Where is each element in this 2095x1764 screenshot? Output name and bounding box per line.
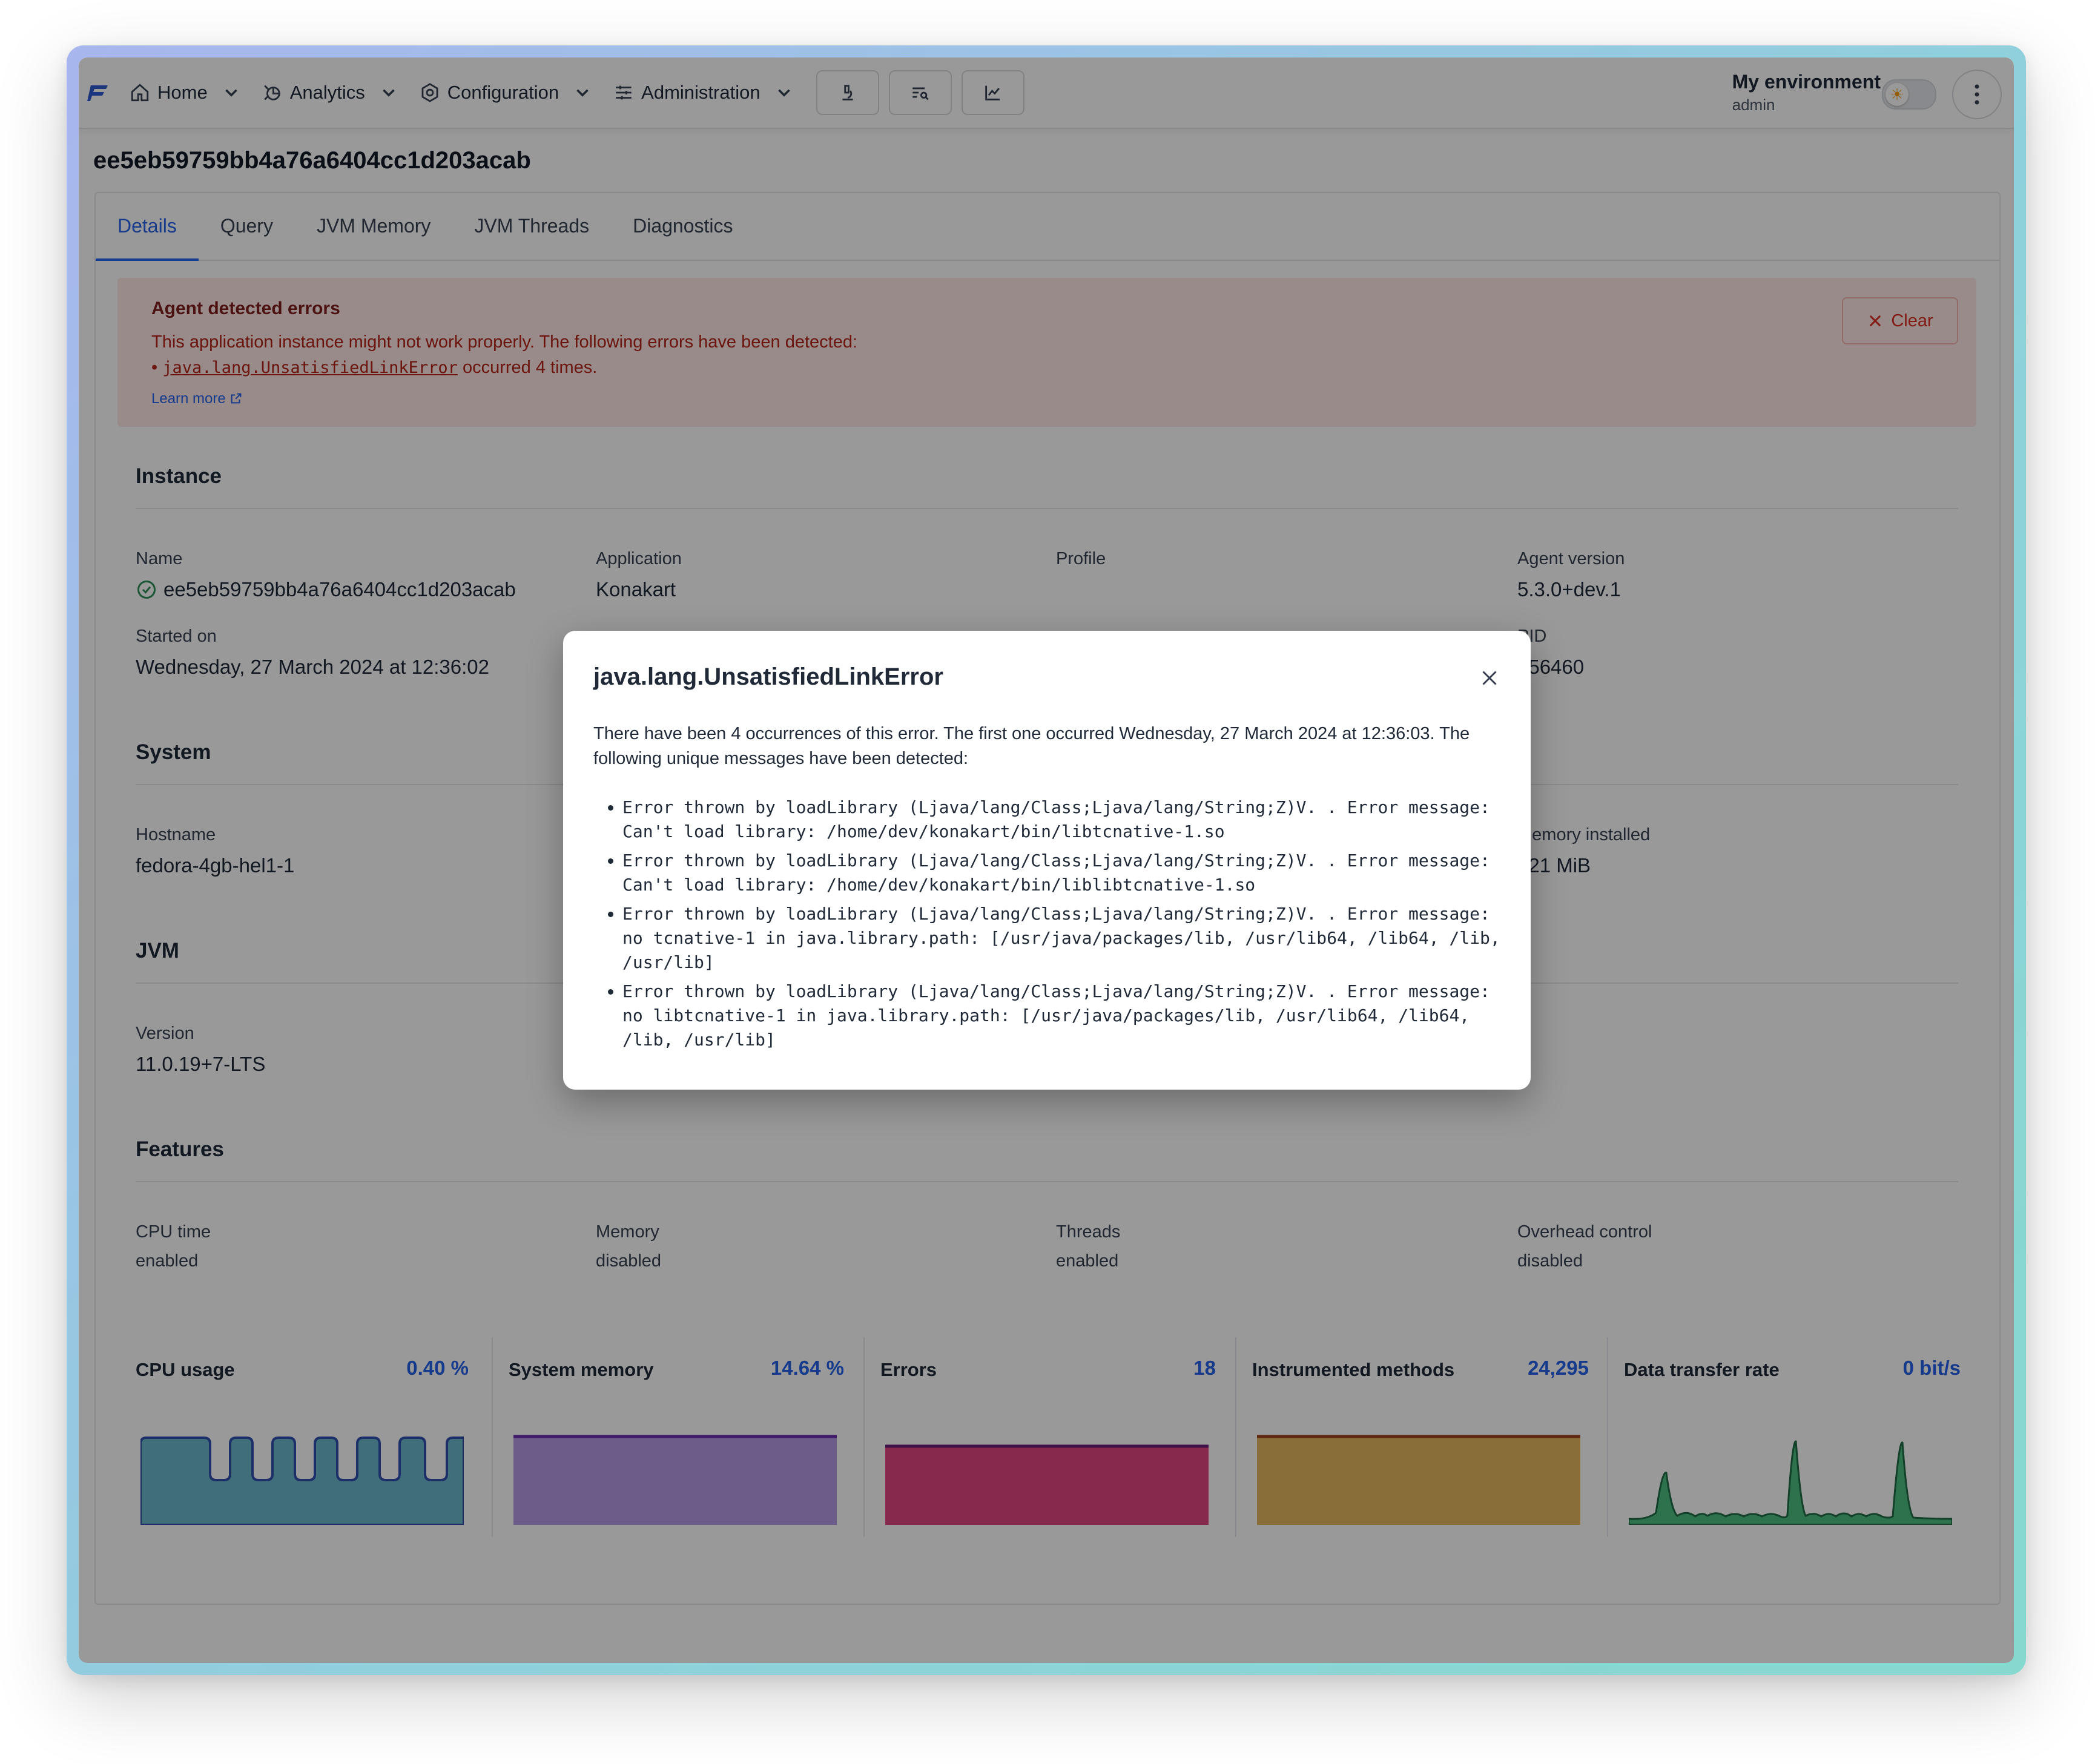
modal-title: java.lang.UnsatisfiedLinkError xyxy=(593,663,943,690)
list-item: Error thrown by loadLibrary (Ljava/lang/… xyxy=(622,795,1543,844)
window-frame: Home Analytics Configuration Administrat… xyxy=(67,45,2026,1675)
list-item: Error thrown by loadLibrary (Ljava/lang/… xyxy=(622,979,1543,1052)
close-icon[interactable] xyxy=(1479,667,1500,689)
list-item: Error thrown by loadLibrary (Ljava/lang/… xyxy=(622,902,1543,975)
error-details-modal: java.lang.UnsatisfiedLinkError There hav… xyxy=(563,631,1531,1090)
list-item: Error thrown by loadLibrary (Ljava/lang/… xyxy=(622,849,1543,897)
error-message-list: Error thrown by loadLibrary (Ljava/lang/… xyxy=(593,795,1543,1057)
app-window: Home Analytics Configuration Administrat… xyxy=(79,58,2014,1663)
modal-intro: There have been 4 occurrences of this er… xyxy=(593,724,1470,768)
